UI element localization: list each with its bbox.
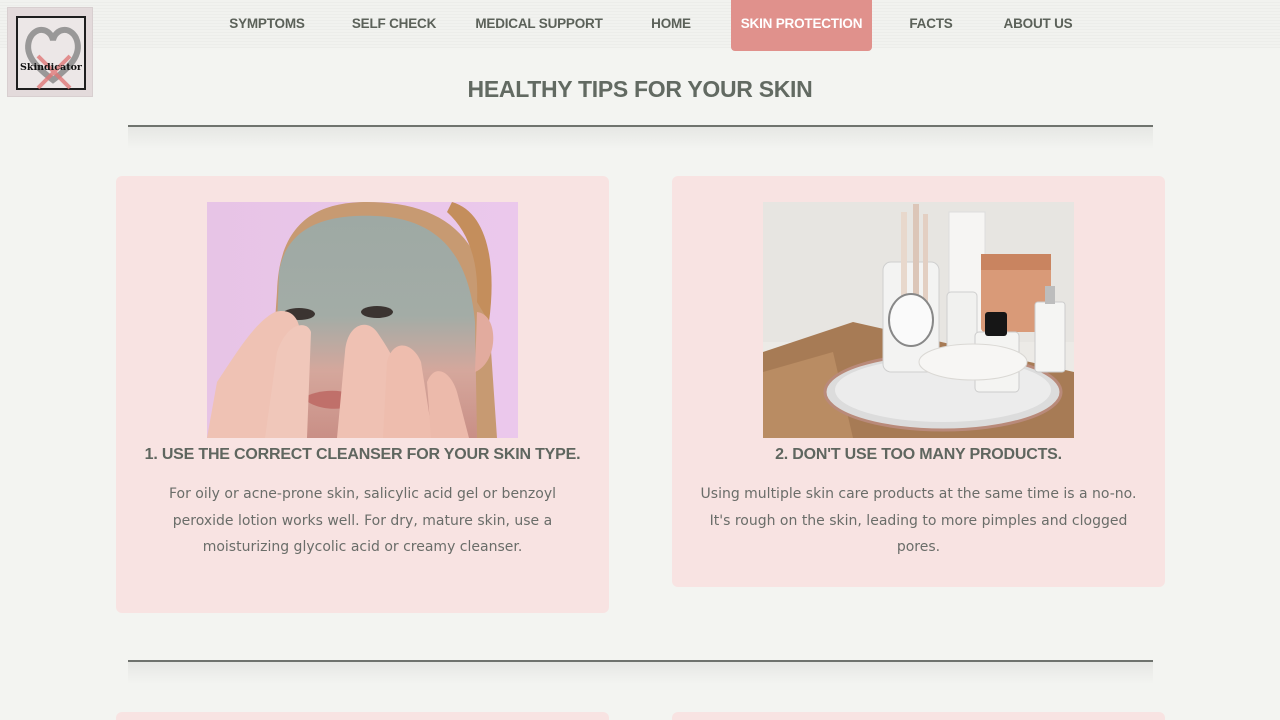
tip-card: 1. USE THE CORRECT CLEANSER FOR YOUR SKI… <box>116 176 609 613</box>
logo-text: Skindicator <box>20 62 82 73</box>
divider-shadow <box>128 127 1153 149</box>
tip-card <box>672 712 1165 720</box>
nav-item-facts[interactable]: FACTS <box>900 0 962 48</box>
nav-item-about-us[interactable]: ABOUT US <box>996 0 1080 48</box>
nav-item-self-check[interactable]: SELF CHECK <box>348 0 440 48</box>
nav-item-symptoms[interactable]: SYMPTOMS <box>222 0 312 48</box>
skincare-products-tray-photo <box>763 202 1074 438</box>
divider-shadow <box>128 662 1153 684</box>
card-text: For oily or acne-prone skin, salicylic a… <box>168 486 557 555</box>
card-title: 2. DON'T USE TOO MANY PRODUCTS. <box>775 446 1062 463</box>
card-title: 1. USE THE CORRECT CLEANSER FOR YOUR SKI… <box>144 446 581 463</box>
nav-item-skin-protection[interactable]: SKIN PROTECTION <box>731 0 872 51</box>
nav-item-home[interactable]: HOME <box>640 0 702 48</box>
nav-item-medical-support[interactable]: MEDICAL SUPPORT <box>474 0 604 48</box>
card-text: Using multiple skin care products at the… <box>700 486 1137 555</box>
man-applying-face-mask-photo <box>207 202 518 438</box>
tip-card: 2. DON'T USE TOO MANY PRODUCTS. Using mu… <box>672 176 1165 587</box>
page-title: HEALTHY TIPS FOR YOUR SKIN <box>467 76 813 102</box>
tip-card <box>116 712 609 720</box>
